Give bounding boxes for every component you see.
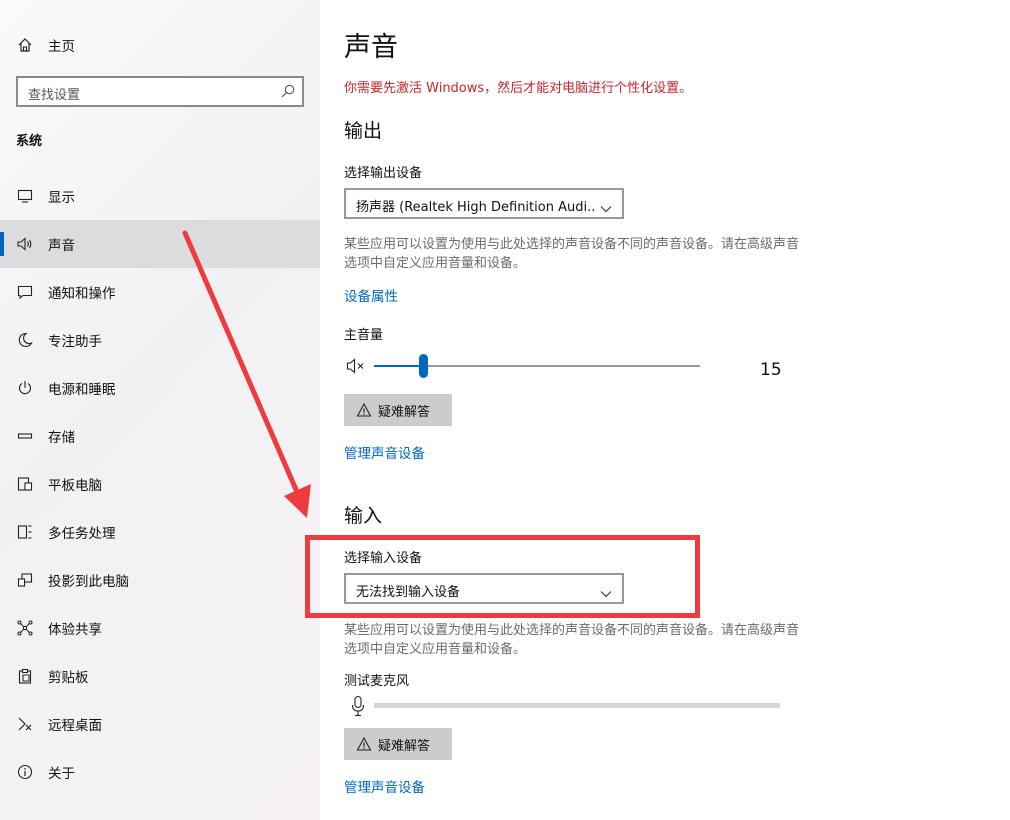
activation-warning: 你需要先激活 Windows，然后才能对电脑进行个性化设置。 — [344, 81, 693, 96]
clipboard-icon — [16, 667, 34, 685]
sidebar: 主页 查找设置 系统 显示 声音 通知和操作 专注助手 电源和睡眠 存储 平板电… — [0, 0, 320, 820]
sidebar-item-shared-experiences[interactable]: 体验共享 — [0, 604, 320, 652]
sidebar-item-label: 声音 — [48, 238, 75, 254]
mute-speaker-icon[interactable] — [346, 357, 368, 375]
multitask-icon — [16, 523, 34, 541]
input-device-dropdown[interactable]: 无法找到输入设备 — [344, 573, 624, 604]
speaker-icon — [16, 235, 34, 253]
sidebar-item-project[interactable]: 投影到此电脑 — [0, 556, 320, 604]
input-device-value: 无法找到输入设备 — [356, 585, 461, 600]
sidebar-item-power[interactable]: 电源和睡眠 — [0, 364, 320, 412]
output-description: 某些应用可以设置为使用与此处选择的声音设备不同的声音设备。请在高级声音选项中自定… — [344, 237, 800, 271]
remote-icon — [16, 715, 34, 733]
device-properties-link[interactable]: 设备属性 — [344, 285, 398, 305]
sidebar-item-label: 多任务处理 — [48, 526, 116, 542]
sidebar-home-label: 主页 — [48, 39, 75, 55]
chevron-down-icon — [600, 584, 612, 598]
moon-icon — [16, 331, 34, 349]
sidebar-item-label: 体验共享 — [48, 622, 102, 638]
tablet-icon — [16, 475, 34, 493]
storage-icon — [16, 427, 34, 445]
volume-slider-thumb[interactable] — [418, 354, 428, 378]
output-troubleshoot-button[interactable]: 疑难解答 — [344, 394, 452, 426]
page-title: 声音 — [344, 32, 398, 63]
input-section-title: 输入 — [344, 505, 383, 527]
sidebar-section-title: 系统 — [16, 134, 43, 149]
power-icon — [16, 379, 34, 397]
project-icon — [16, 571, 34, 589]
monitor-icon — [16, 187, 34, 205]
sidebar-item-sound[interactable]: 声音 — [0, 220, 320, 268]
master-volume-label: 主音量 — [344, 328, 384, 343]
input-description: 某些应用可以设置为使用与此处选择的声音设备不同的声音设备。请在高级声音选项中自定… — [344, 623, 800, 657]
sidebar-item-label: 关于 — [48, 766, 75, 782]
warning-icon — [356, 736, 372, 752]
sidebar-item-focus-assist[interactable]: 专注助手 — [0, 316, 320, 364]
search-icon[interactable] — [280, 83, 296, 99]
sidebar-item-label: 远程桌面 — [48, 718, 102, 734]
sidebar-item-label: 通知和操作 — [48, 286, 116, 302]
sidebar-item-label: 平板电脑 — [48, 478, 102, 494]
sidebar-item-storage[interactable]: 存储 — [0, 412, 320, 460]
sidebar-item-label: 显示 — [48, 190, 75, 206]
manage-sound-devices-link-input[interactable]: 管理声音设备 — [344, 776, 425, 796]
output-device-dropdown[interactable]: 扬声器 (Realtek High Definition Audi... — [344, 188, 624, 219]
info-icon — [16, 763, 34, 781]
manage-sound-devices-link[interactable]: 管理声音设备 — [344, 442, 425, 462]
test-microphone-label: 测试麦克风 — [344, 674, 410, 689]
sidebar-item-notifications[interactable]: 通知和操作 — [0, 268, 320, 316]
sidebar-item-label: 投影到此电脑 — [48, 574, 129, 590]
output-section-title: 输出 — [344, 120, 383, 142]
share-icon — [16, 619, 34, 637]
output-device-label: 选择输出设备 — [344, 166, 423, 181]
input-troubleshoot-button[interactable]: 疑难解答 — [344, 728, 452, 760]
sidebar-item-about[interactable]: 关于 — [0, 748, 320, 796]
home-icon — [16, 36, 34, 54]
troubleshoot-label: 疑难解答 — [378, 738, 431, 754]
microphone-icon — [350, 695, 366, 717]
troubleshoot-label: 疑难解答 — [378, 404, 431, 420]
volume-value: 15 — [760, 360, 782, 380]
sidebar-item-label: 专注助手 — [48, 334, 102, 350]
output-device-value: 扬声器 (Realtek High Definition Audi... — [356, 200, 596, 215]
chevron-down-icon — [600, 199, 612, 213]
sidebar-item-tablet[interactable]: 平板电脑 — [0, 460, 320, 508]
notification-icon — [16, 283, 34, 301]
sidebar-item-display[interactable]: 显示 — [0, 172, 320, 220]
sidebar-item-label: 电源和睡眠 — [48, 382, 116, 398]
sidebar-item-clipboard[interactable]: 剪贴板 — [0, 652, 320, 700]
input-device-label: 选择输入设备 — [344, 551, 423, 566]
search-input[interactable]: 查找设置 — [16, 76, 304, 107]
sidebar-item-remote-desktop[interactable]: 远程桌面 — [0, 700, 320, 748]
sidebar-item-multitasking[interactable]: 多任务处理 — [0, 508, 320, 556]
main-content: 声音 你需要先激活 Windows，然后才能对电脑进行个性化设置。 输出 选择输… — [320, 0, 1010, 820]
volume-slider-fill — [374, 365, 423, 367]
sidebar-item-label: 存储 — [48, 430, 75, 446]
warning-icon — [356, 402, 372, 418]
search-placeholder: 查找设置 — [28, 88, 81, 103]
sidebar-item-label: 剪贴板 — [48, 670, 89, 686]
microphone-level-meter — [374, 703, 780, 708]
sidebar-home[interactable]: 主页 — [0, 24, 320, 66]
